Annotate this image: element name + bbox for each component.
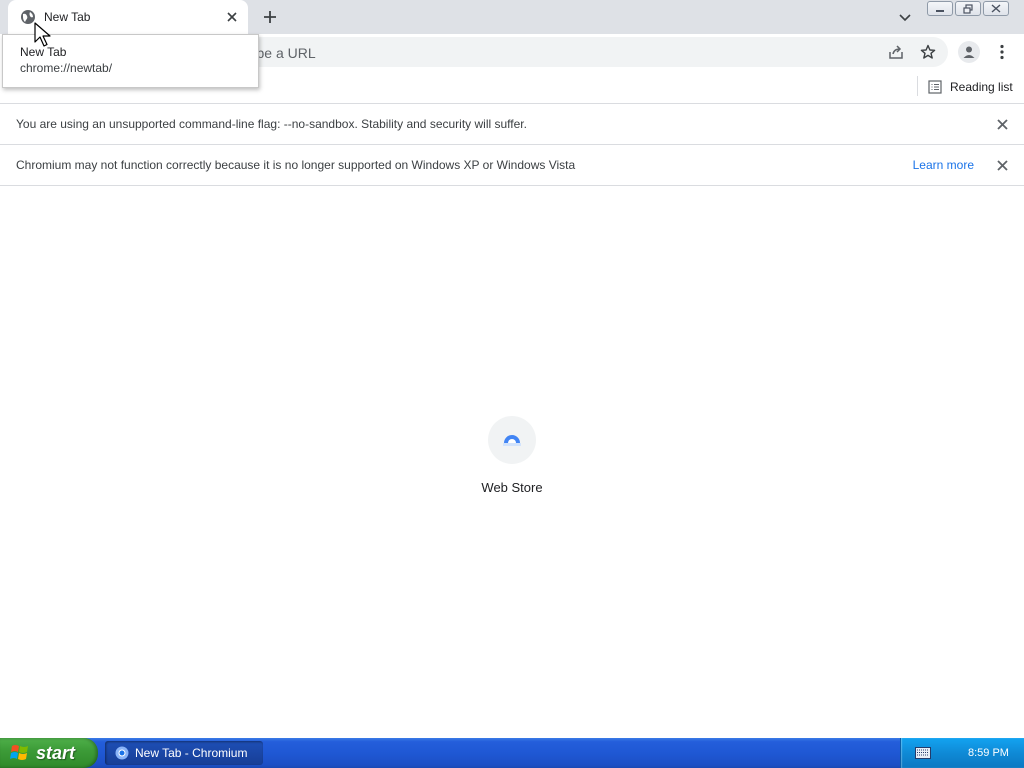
- infobar-unsupported-os: Chromium may not function correctly beca…: [0, 145, 1024, 186]
- plus-icon: [264, 11, 276, 23]
- start-button[interactable]: start: [0, 738, 98, 768]
- chromium-icon: [115, 746, 129, 760]
- reading-list-button[interactable]: Reading list: [928, 77, 1013, 97]
- chevron-down-icon: [899, 14, 911, 22]
- learn-more-link[interactable]: Learn more: [913, 158, 974, 172]
- windows-logo-icon: [10, 745, 28, 760]
- avatar-icon: [963, 46, 975, 58]
- infobar-message: You are using an unsupported command-lin…: [16, 117, 527, 131]
- taskbar-item-chromium[interactable]: New Tab - Chromium: [105, 741, 263, 765]
- taskbar-item-label: New Tab - Chromium: [135, 746, 248, 760]
- new-tab-page: Web Store: [0, 186, 1024, 738]
- minimize-icon: [936, 9, 944, 12]
- window-controls: [927, 1, 1019, 17]
- share-button[interactable]: [887, 43, 905, 61]
- web-store-icon: [503, 435, 521, 446]
- start-label: start: [36, 742, 76, 763]
- infobar-no-sandbox: You are using an unsupported command-lin…: [0, 104, 1024, 145]
- minimize-button[interactable]: [927, 1, 953, 16]
- infobar-close-button[interactable]: [994, 157, 1010, 173]
- infobar-close-button[interactable]: [994, 116, 1010, 132]
- profile-button[interactable]: [958, 41, 980, 63]
- mouse-cursor-icon: [34, 22, 51, 47]
- reading-list-icon: [928, 80, 942, 94]
- clock: 8:59 PM: [968, 747, 1009, 759]
- browser-menu-button[interactable]: [994, 41, 1010, 63]
- close-icon: [996, 159, 1008, 171]
- infobar-message: Chromium may not function correctly beca…: [16, 158, 576, 172]
- kebab-menu-icon: [1000, 44, 1004, 60]
- star-icon: [920, 44, 936, 59]
- shortcut-icon-circle: [488, 416, 536, 464]
- restore-button[interactable]: [955, 1, 981, 16]
- system-tray: 8:59 PM: [900, 738, 1024, 768]
- new-tab-button[interactable]: [258, 5, 282, 29]
- bookmarks-separator: [917, 76, 918, 96]
- close-window-button[interactable]: [983, 1, 1009, 16]
- tab-close-button[interactable]: [222, 7, 242, 27]
- reading-list-label: Reading list: [950, 80, 1013, 94]
- close-icon: [991, 4, 1001, 13]
- close-icon: [996, 118, 1008, 130]
- keyboard-icon[interactable]: [915, 747, 931, 759]
- share-icon: [889, 45, 903, 59]
- tab-search-button[interactable]: [894, 7, 916, 29]
- close-icon: [227, 12, 237, 22]
- bookmark-star-button[interactable]: [919, 43, 937, 61]
- shortcut-tile-web-store[interactable]: Web Store: [466, 416, 558, 506]
- tab-strip: New Tab: [0, 0, 1024, 34]
- shortcut-label: Web Store: [481, 480, 543, 495]
- restore-icon: [962, 3, 973, 14]
- hover-card-url: chrome://newtab/: [20, 61, 113, 75]
- taskbar: start New Tab - Chromium 8:59 PM: [0, 738, 1024, 768]
